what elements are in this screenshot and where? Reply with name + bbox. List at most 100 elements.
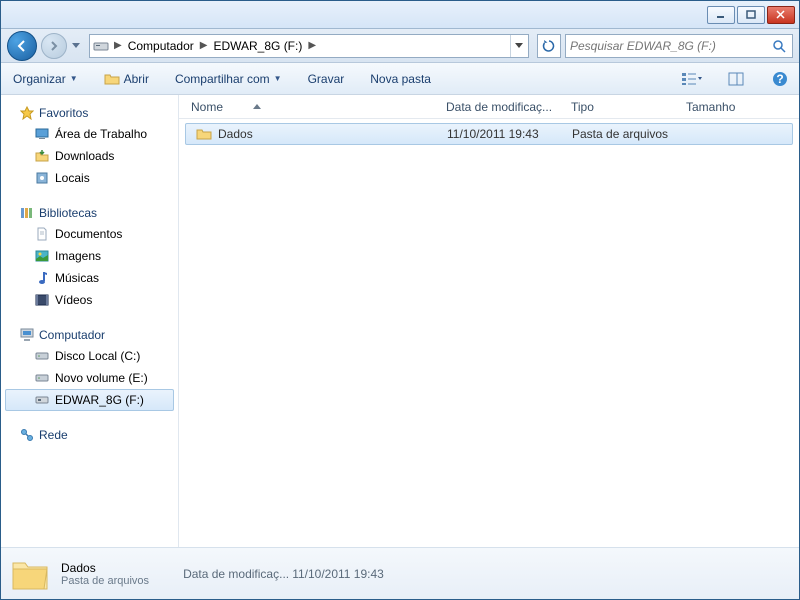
sidebar-item-recent[interactable]: Locais <box>5 167 174 189</box>
open-button[interactable]: Abrir <box>100 68 153 90</box>
burn-button[interactable]: Gravar <box>304 69 349 89</box>
burn-label: Gravar <box>308 72 345 86</box>
details-subtitle: Pasta de arquivos <box>61 575 149 587</box>
file-name-cell: Dados <box>190 126 441 142</box>
address-dropdown[interactable] <box>510 35 526 57</box>
images-icon <box>34 248 50 264</box>
file-row[interactable]: Dados 11/10/2011 19:43 Pasta de arquivos <box>185 123 793 145</box>
sidebar-item-label: Área de Trabalho <box>55 127 147 141</box>
drive-icon <box>92 37 110 55</box>
open-label: Abrir <box>124 72 149 86</box>
close-button[interactable] <box>767 6 795 24</box>
sidebar-item-label: Downloads <box>55 149 114 163</box>
network-icon <box>19 427 35 443</box>
titlebar <box>1 1 799 29</box>
column-type[interactable]: Tipo <box>565 100 680 114</box>
tree-favorites: Favoritos Área de Trabalho Downloads Loc… <box>5 103 174 189</box>
sidebar-item-music[interactable]: Músicas <box>5 267 174 289</box>
sidebar-item-desktop[interactable]: Área de Trabalho <box>5 123 174 145</box>
tree-libraries: Bibliotecas Documentos Imagens Músicas V… <box>5 203 174 311</box>
new-folder-label: Nova pasta <box>370 72 431 86</box>
help-button[interactable]: ? <box>769 68 791 90</box>
hdd-icon <box>34 370 50 386</box>
star-icon <box>19 105 35 121</box>
tree-head-computer[interactable]: Computador <box>5 325 174 345</box>
file-list: Dados 11/10/2011 19:43 Pasta de arquivos <box>179 119 799 547</box>
sidebar-item-label: Locais <box>55 171 90 185</box>
folder-icon <box>196 126 212 142</box>
sidebar-item-documents[interactable]: Documentos <box>5 223 174 245</box>
nav-history-dropdown[interactable] <box>71 34 81 58</box>
preview-pane-button[interactable] <box>725 68 747 90</box>
details-meta: Data de modificaç... 11/10/2011 19:43 <box>183 567 384 581</box>
tree-head-libraries[interactable]: Bibliotecas <box>5 203 174 223</box>
column-headers: Nome Data de modificaç... Tipo Tamanho <box>179 95 799 119</box>
tree-network: Rede <box>5 425 174 445</box>
navbar: ▶ Computador ▶ EDWAR_8G (F:) ▶ <box>1 29 799 63</box>
breadcrumb-sep-icon: ▶ <box>112 40 124 51</box>
details-folder-icon <box>9 553 51 595</box>
breadcrumb-computer[interactable]: Computador <box>126 39 196 53</box>
address-bar[interactable]: ▶ Computador ▶ EDWAR_8G (F:) ▶ <box>89 34 529 58</box>
back-button[interactable] <box>7 31 37 61</box>
sidebar-item-downloads[interactable]: Downloads <box>5 145 174 167</box>
tree-head-network[interactable]: Rede <box>5 425 174 445</box>
sidebar-item-disk-e[interactable]: Novo volume (E:) <box>5 367 174 389</box>
column-size[interactable]: Tamanho <box>680 100 760 114</box>
music-icon <box>34 270 50 286</box>
sidebar-item-disk-f[interactable]: EDWAR_8G (F:) <box>5 389 174 411</box>
search-box[interactable] <box>565 34 793 58</box>
sidebar-item-videos[interactable]: Vídeos <box>5 289 174 311</box>
sidebar-item-label: Novo volume (E:) <box>55 371 148 385</box>
details-date-label: Data de modificaç... <box>183 567 289 581</box>
sidebar-item-label: Vídeos <box>55 293 92 307</box>
column-name[interactable]: Nome <box>185 100 440 114</box>
forward-button[interactable] <box>41 33 67 59</box>
details-date-value: 11/10/2011 19:43 <box>292 567 384 581</box>
usb-drive-icon <box>34 392 50 408</box>
favorites-label: Favoritos <box>39 106 88 120</box>
explorer-window: ▶ Computador ▶ EDWAR_8G (F:) ▶ Organizar… <box>0 0 800 600</box>
network-label: Rede <box>39 428 68 442</box>
share-button[interactable]: Compartilhar com ▼ <box>171 69 286 89</box>
organize-label: Organizar <box>13 72 66 86</box>
details-title: Dados <box>61 561 149 575</box>
view-mode-button[interactable] <box>681 68 703 90</box>
details-text: Dados Pasta de arquivos <box>61 561 149 587</box>
chevron-down-icon: ▼ <box>274 74 282 83</box>
hdd-icon <box>34 348 50 364</box>
column-date[interactable]: Data de modificaç... <box>440 100 565 114</box>
search-input[interactable] <box>570 39 770 53</box>
content-pane: Nome Data de modificaç... Tipo Tamanho D… <box>179 95 799 547</box>
file-type: Pasta de arquivos <box>566 127 681 141</box>
desktop-icon <box>34 126 50 142</box>
maximize-button[interactable] <box>737 6 765 24</box>
libraries-icon <box>19 205 35 221</box>
new-folder-button[interactable]: Nova pasta <box>366 69 435 89</box>
refresh-button[interactable] <box>537 34 561 58</box>
file-date: 11/10/2011 19:43 <box>441 127 566 141</box>
chevron-down-icon: ▼ <box>70 74 78 83</box>
minimize-button[interactable] <box>707 6 735 24</box>
open-folder-icon <box>104 71 120 87</box>
share-label: Compartilhar com <box>175 72 270 86</box>
organize-button[interactable]: Organizar ▼ <box>9 69 82 89</box>
sidebar-item-images[interactable]: Imagens <box>5 245 174 267</box>
search-icon[interactable] <box>770 39 788 53</box>
tree-head-favorites[interactable]: Favoritos <box>5 103 174 123</box>
tree-computer: Computador Disco Local (C:) Novo volume … <box>5 325 174 411</box>
column-name-label: Nome <box>191 100 223 114</box>
body: Favoritos Área de Trabalho Downloads Loc… <box>1 95 799 547</box>
computer-icon <box>19 327 35 343</box>
breadcrumb-drive[interactable]: EDWAR_8G (F:) <box>211 39 304 53</box>
toolbar: Organizar ▼ Abrir Compartilhar com ▼ Gra… <box>1 63 799 95</box>
sidebar-item-disk-c[interactable]: Disco Local (C:) <box>5 345 174 367</box>
sidebar-item-label: Documentos <box>55 227 122 241</box>
sidebar-item-label: Músicas <box>55 271 99 285</box>
sort-asc-icon <box>253 104 261 109</box>
breadcrumb-sep-icon: ▶ <box>306 40 318 51</box>
sidebar-item-label: Imagens <box>55 249 101 263</box>
details-pane: Dados Pasta de arquivos Data de modifica… <box>1 547 799 599</box>
file-name: Dados <box>218 127 253 141</box>
computer-label: Computador <box>39 328 105 342</box>
